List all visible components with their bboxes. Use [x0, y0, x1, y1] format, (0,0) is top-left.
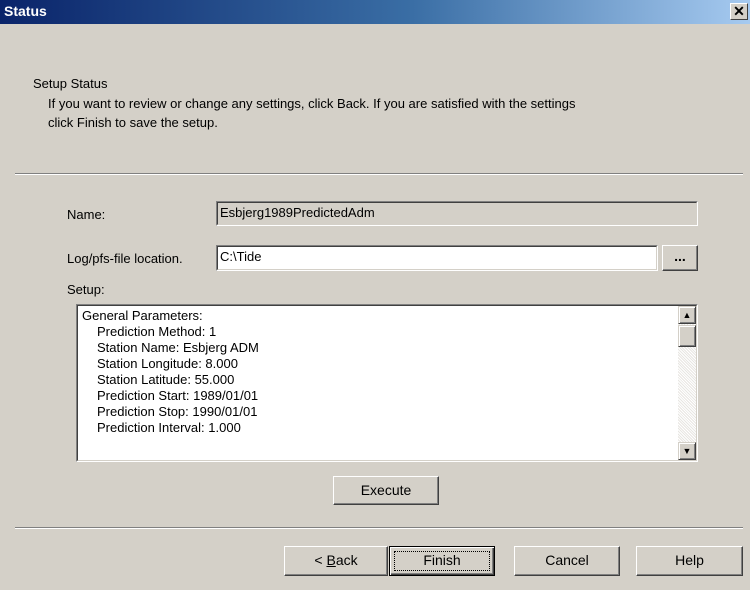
close-icon: ✕: [733, 3, 745, 19]
setup-status-heading: Setup Status: [33, 76, 108, 91]
log-location-label: Log/pfs-file location.: [67, 251, 183, 266]
description-line-1: If you want to review or change any sett…: [48, 96, 576, 111]
log-location-input[interactable]: C:\Tide: [216, 245, 658, 271]
scroll-up-icon: ▲: [682, 310, 692, 320]
back-button[interactable]: < Back: [284, 546, 388, 576]
help-button[interactable]: Help: [636, 546, 743, 576]
setup-line: Station Name: Esbjerg ADM: [97, 340, 259, 355]
setup-listbox[interactable]: General Parameters: Prediction Method: 1…: [76, 304, 698, 462]
name-value: Esbjerg1989PredictedAdm: [217, 202, 697, 225]
setup-line: Prediction Stop: 1990/01/01: [97, 404, 258, 419]
cancel-button[interactable]: Cancel: [514, 546, 620, 576]
browse-button[interactable]: ...: [662, 245, 698, 271]
scroll-up-button[interactable]: ▲: [678, 306, 696, 324]
setup-line: General Parameters:: [82, 308, 203, 323]
name-label: Name:: [67, 207, 106, 222]
title-bar: Status ✕: [0, 0, 750, 24]
focus-ring: [394, 551, 490, 571]
scroll-thumb[interactable]: [678, 325, 696, 347]
scroll-down-icon: ▼: [682, 446, 692, 456]
setup-line: Station Longitude: 8.000: [97, 356, 238, 371]
execute-button[interactable]: Execute: [333, 476, 439, 505]
scroll-down-button[interactable]: ▼: [678, 442, 696, 460]
description-line-2: click Finish to save the setup.: [48, 115, 218, 130]
setup-line: Prediction Interval: 1.000: [97, 420, 241, 435]
window-title: Status: [4, 3, 47, 19]
vertical-scrollbar[interactable]: ▲ ▼: [678, 306, 696, 460]
setup-line: Prediction Start: 1989/01/01: [97, 388, 259, 403]
footer-divider: [15, 527, 743, 529]
close-button[interactable]: ✕: [730, 3, 748, 20]
setup-lines: General Parameters: Prediction Method: 1…: [82, 308, 672, 436]
header-divider: [15, 173, 743, 175]
setup-line: Station Latitude: 55.000: [97, 372, 235, 387]
log-location-value: C:\Tide: [217, 246, 657, 270]
setup-label: Setup:: [67, 282, 105, 297]
finish-button[interactable]: Finish: [389, 546, 495, 576]
setup-line: Prediction Method: 1: [97, 324, 217, 339]
name-field: Esbjerg1989PredictedAdm: [216, 201, 698, 226]
